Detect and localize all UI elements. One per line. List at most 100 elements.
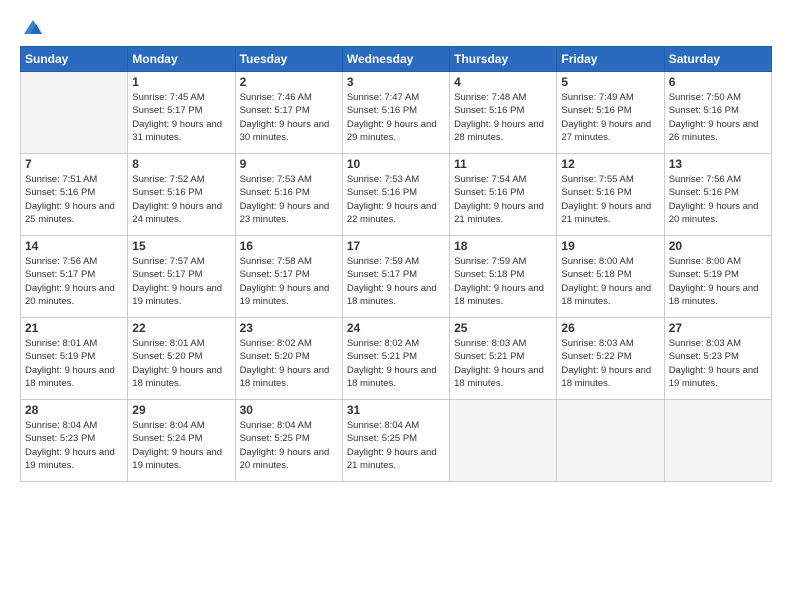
day-info: Sunrise: 8:03 AMSunset: 5:22 PMDaylight:… [561,337,659,390]
sunset-text: Sunset: 5:24 PM [132,432,230,445]
day-info: Sunrise: 7:59 AMSunset: 5:17 PMDaylight:… [347,255,445,308]
day-number: 17 [347,239,445,253]
calendar-day-cell [450,400,557,482]
sunset-text: Sunset: 5:18 PM [561,268,659,281]
sunset-text: Sunset: 5:17 PM [132,268,230,281]
sunset-text: Sunset: 5:16 PM [25,186,123,199]
day-info: Sunrise: 8:01 AMSunset: 5:20 PMDaylight:… [132,337,230,390]
calendar-day-cell: 31Sunrise: 8:04 AMSunset: 5:25 PMDayligh… [342,400,449,482]
calendar-week-row: 1Sunrise: 7:45 AMSunset: 5:17 PMDaylight… [21,72,772,154]
day-number: 6 [669,75,767,89]
day-number: 25 [454,321,552,335]
sunrise-text: Sunrise: 8:03 AM [561,337,659,350]
daylight-text: Daylight: 9 hours and 20 minutes. [240,446,338,473]
day-number: 31 [347,403,445,417]
calendar-day-cell: 23Sunrise: 8:02 AMSunset: 5:20 PMDayligh… [235,318,342,400]
day-info: Sunrise: 7:56 AMSunset: 5:17 PMDaylight:… [25,255,123,308]
daylight-text: Daylight: 9 hours and 19 minutes. [25,446,123,473]
sunrise-text: Sunrise: 7:59 AM [347,255,445,268]
calendar-day-cell: 9Sunrise: 7:53 AMSunset: 5:16 PMDaylight… [235,154,342,236]
day-number: 27 [669,321,767,335]
daylight-text: Daylight: 9 hours and 29 minutes. [347,118,445,145]
sunrise-text: Sunrise: 8:04 AM [240,419,338,432]
day-number: 13 [669,157,767,171]
day-info: Sunrise: 7:54 AMSunset: 5:16 PMDaylight:… [454,173,552,226]
calendar-day-cell: 16Sunrise: 7:58 AMSunset: 5:17 PMDayligh… [235,236,342,318]
sunset-text: Sunset: 5:25 PM [347,432,445,445]
calendar-day-cell: 27 Sunrise: 8:03 AMSunset: 5:23 PMDayligh… [664,318,771,400]
daylight-text: Daylight: 9 hours and 18 minutes. [25,364,123,391]
sunrise-text: Sunrise: 7:47 AM [347,91,445,104]
day-info: Sunrise: 7:55 AMSunset: 5:16 PMDaylight:… [561,173,659,226]
day-number: 4 [454,75,552,89]
sunset-text: Sunset: 5:16 PM [240,186,338,199]
sunrise-text: Sunrise: 8:01 AM [25,337,123,350]
sunrise-text: Sunrise: 7:57 AM [132,255,230,268]
day-number: 21 [25,321,123,335]
calendar-week-row: 28Sunrise: 8:04 AMSunset: 5:23 PMDayligh… [21,400,772,482]
day-info: Sunrise: 8:00 AMSunset: 5:18 PMDaylight:… [561,255,659,308]
calendar-day-cell: 8Sunrise: 7:52 AMSunset: 5:16 PMDaylight… [128,154,235,236]
daylight-text: Daylight: 9 hours and 26 minutes. [669,118,767,145]
sunset-text: Sunset: 5:16 PM [669,104,767,117]
calendar-day-cell: 12Sunrise: 7:55 AMSunset: 5:16 PMDayligh… [557,154,664,236]
sunrise-text: Sunrise: 8:00 AM [669,255,767,268]
calendar-day-cell: 18Sunrise: 7:59 AMSunset: 5:18 PMDayligh… [450,236,557,318]
day-info: Sunrise: 7:50 AMSunset: 5:16 PMDaylight:… [669,91,767,144]
day-info: Sunrise: 7:53 AMSunset: 5:16 PMDaylight:… [240,173,338,226]
day-number: 20 [669,239,767,253]
sunrise-text: Sunrise: 8:01 AM [132,337,230,350]
day-number: 5 [561,75,659,89]
logo-icon [22,16,44,38]
calendar-day-cell: 17 Sunrise: 7:59 AMSunset: 5:17 PMDayligh… [342,236,449,318]
daylight-text: Daylight: 9 hours and 18 minutes. [561,364,659,391]
sunrise-text: Sunrise: 8:02 AM [240,337,338,350]
weekday-header: Wednesday [342,47,449,72]
day-info: Sunrise: 8:01 AMSunset: 5:19 PMDaylight:… [25,337,123,390]
sunset-text: Sunset: 5:17 PM [25,268,123,281]
day-number: 11 [454,157,552,171]
calendar-day-cell [21,72,128,154]
calendar-day-cell: 30 Sunrise: 8:04 AMSunset: 5:25 PMDayligh… [235,400,342,482]
sunset-text: Sunset: 5:21 PM [347,350,445,363]
day-info: Sunrise: 8:03 AMSunset: 5:23 PMDaylight:… [669,337,767,390]
weekday-header: Thursday [450,47,557,72]
daylight-text: Daylight: 9 hours and 18 minutes. [240,364,338,391]
calendar-day-cell: 14Sunrise: 7:56 AMSunset: 5:17 PMDayligh… [21,236,128,318]
day-info: Sunrise: 7:52 AMSunset: 5:16 PMDaylight:… [132,173,230,226]
sunrise-text: Sunrise: 7:56 AM [25,255,123,268]
calendar-week-row: 21 Sunrise: 8:01 AMSunset: 5:19 PMDayligh… [21,318,772,400]
day-info: Sunrise: 7:48 AMSunset: 5:16 PMDaylight:… [454,91,552,144]
daylight-text: Daylight: 9 hours and 19 minutes. [132,446,230,473]
sunset-text: Sunset: 5:16 PM [347,104,445,117]
day-number: 3 [347,75,445,89]
calendar-header-row: SundayMondayTuesdayWednesdayThursdayFrid… [21,47,772,72]
day-number: 16 [240,239,338,253]
daylight-text: Daylight: 9 hours and 28 minutes. [454,118,552,145]
sunset-text: Sunset: 5:17 PM [347,268,445,281]
daylight-text: Daylight: 9 hours and 19 minutes. [669,364,767,391]
sunrise-text: Sunrise: 7:51 AM [25,173,123,186]
sunrise-text: Sunrise: 8:04 AM [347,419,445,432]
day-info: Sunrise: 8:03 AMSunset: 5:21 PMDaylight:… [454,337,552,390]
day-info: Sunrise: 8:02 AMSunset: 5:20 PMDaylight:… [240,337,338,390]
day-info: Sunrise: 8:04 AMSunset: 5:25 PMDaylight:… [240,419,338,472]
daylight-text: Daylight: 9 hours and 18 minutes. [347,282,445,309]
sunset-text: Sunset: 5:17 PM [240,268,338,281]
calendar-day-cell: 19Sunrise: 8:00 AMSunset: 5:18 PMDayligh… [557,236,664,318]
day-number: 30 [240,403,338,417]
daylight-text: Daylight: 9 hours and 24 minutes. [132,200,230,227]
calendar-day-cell: 20Sunrise: 8:00 AMSunset: 5:19 PMDayligh… [664,236,771,318]
daylight-text: Daylight: 9 hours and 21 minutes. [561,200,659,227]
sunrise-text: Sunrise: 7:53 AM [347,173,445,186]
sunset-text: Sunset: 5:20 PM [132,350,230,363]
day-info: Sunrise: 7:59 AMSunset: 5:18 PMDaylight:… [454,255,552,308]
calendar-day-cell [664,400,771,482]
sunrise-text: Sunrise: 7:56 AM [669,173,767,186]
sunset-text: Sunset: 5:21 PM [454,350,552,363]
page: SundayMondayTuesdayWednesdayThursdayFrid… [0,0,792,612]
sunset-text: Sunset: 5:20 PM [240,350,338,363]
weekday-header: Sunday [21,47,128,72]
calendar-day-cell: 28Sunrise: 8:04 AMSunset: 5:23 PMDayligh… [21,400,128,482]
calendar-day-cell: 2Sunrise: 7:46 AMSunset: 5:17 PMDaylight… [235,72,342,154]
